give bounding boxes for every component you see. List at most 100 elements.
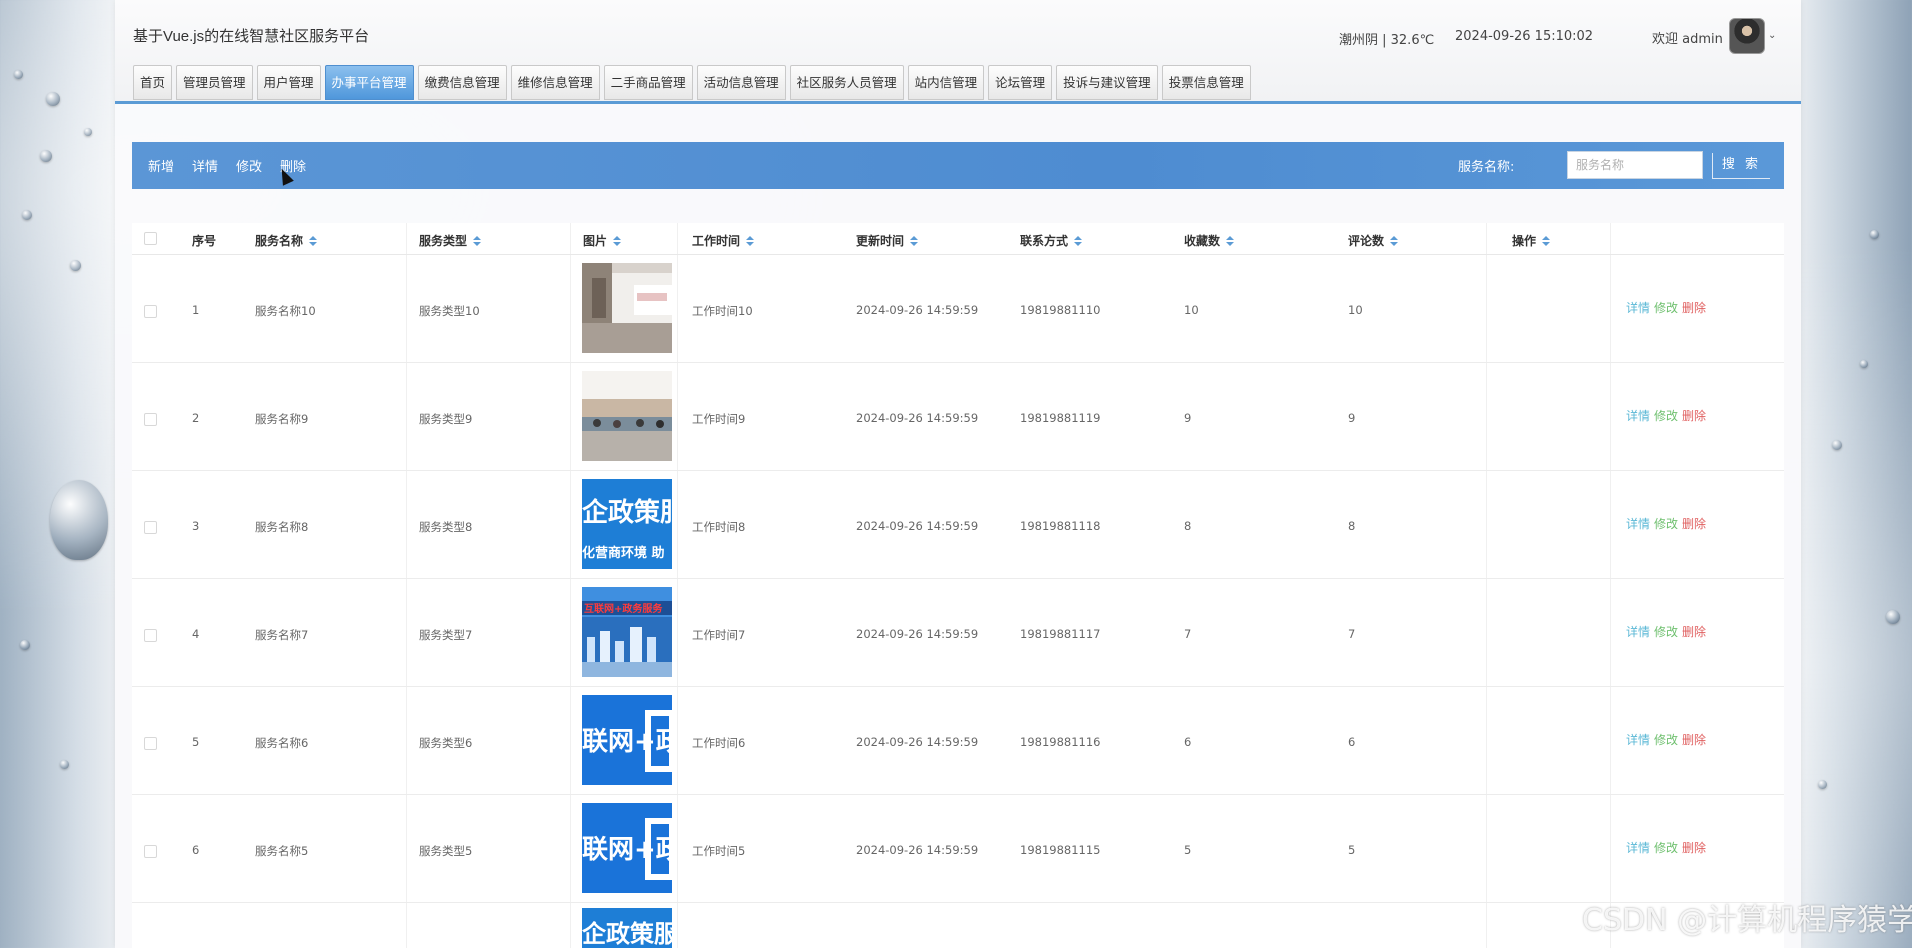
work-time: 工作时间5	[692, 844, 746, 858]
service-name: 服务名称10	[255, 304, 316, 318]
row-checkbox[interactable]	[144, 629, 157, 642]
row-delete-button[interactable]: 删除	[1682, 841, 1706, 855]
favorites-count: 5	[1184, 843, 1192, 857]
col-favorites[interactable]: 收藏数	[1184, 232, 1235, 249]
col-type-label: 服务类型	[419, 234, 468, 248]
comments-count: 6	[1348, 735, 1356, 749]
add-button[interactable]: 新增	[148, 156, 174, 175]
sort-icon[interactable]	[1390, 235, 1399, 246]
table-row[interactable]: 3 服务名称8 服务类型8 企政策服化营商环境 助 工作时间8 2024-09-26 14…	[132, 471, 1784, 579]
col-updated-label: 更新时间	[856, 234, 905, 248]
chevron-down-icon[interactable]: ⌄	[1768, 30, 1776, 41]
sort-icon[interactable]	[1542, 235, 1551, 246]
current-datetime: 2024-09-26 15:10:02	[1455, 29, 1594, 44]
table-row[interactable]: 6 服务名称5 服务类型5 联网+政 工作时间5 2024-09-26 14:59:59 1…	[132, 795, 1784, 903]
tab-home[interactable]: 首页	[133, 65, 173, 100]
search-label: 服务名称:	[1458, 160, 1515, 175]
row-checkbox[interactable]	[144, 737, 157, 750]
row-detail-button[interactable]: 详情	[1626, 517, 1650, 531]
tab-voting[interactable]: 投票信息管理	[1161, 65, 1251, 100]
col-name[interactable]: 服务名称	[255, 232, 318, 249]
detail-button[interactable]: 详情	[192, 156, 218, 175]
row-edit-button[interactable]: 修改	[1654, 841, 1678, 855]
tab-staff[interactable]: 社区服务人员管理	[789, 65, 904, 100]
row-delete-button[interactable]: 删除	[1682, 517, 1706, 531]
tab-service-platform[interactable]: 办事平台管理	[324, 65, 414, 100]
work-time: 工作时间10	[692, 304, 753, 318]
row-detail-button[interactable]: 详情	[1626, 733, 1650, 747]
avatar[interactable]	[1729, 18, 1765, 54]
svg-text:联网+政: 联网+政	[582, 726, 672, 757]
updated-time: 2024-09-26 14:59:59	[856, 303, 979, 317]
col-contact[interactable]: 联系方式	[1020, 232, 1083, 249]
svg-text:联网+政: 联网+政	[582, 834, 672, 865]
row-checkbox[interactable]	[144, 305, 157, 318]
row-detail-button[interactable]: 详情	[1626, 841, 1650, 855]
row-edit-button[interactable]: 修改	[1654, 517, 1678, 531]
col-index: 序号	[192, 234, 217, 248]
row-index: 1	[192, 303, 200, 317]
row-index: 4	[192, 627, 200, 641]
sort-icon[interactable]	[1074, 235, 1083, 246]
row-checkbox[interactable]	[144, 413, 157, 426]
search-button[interactable]: 搜 索	[1712, 153, 1770, 179]
row-detail-button[interactable]: 详情	[1626, 301, 1650, 315]
favorites-count: 9	[1184, 411, 1192, 425]
sort-icon[interactable]	[309, 235, 318, 246]
row-delete-button[interactable]: 删除	[1682, 409, 1706, 423]
contact: 19819881118	[1020, 519, 1101, 533]
row-delete-button[interactable]: 删除	[1682, 625, 1706, 639]
tab-complaints[interactable]: 投诉与建议管理	[1056, 65, 1158, 100]
table-row[interactable]: 4 服务名称7 服务类型7 互联网+政务服务 工作时间7 2024-09-26 14:59…	[132, 579, 1784, 687]
sort-icon[interactable]	[910, 235, 919, 246]
row-edit-button[interactable]: 修改	[1654, 625, 1678, 639]
col-contact-label: 联系方式	[1020, 234, 1069, 248]
table-row[interactable]: 1 服务名称10 服务类型10 工作时间10 2024-09-26 14:59:59 19…	[132, 255, 1784, 363]
table-row[interactable]: 5 服务名称6 服务类型6 联网+政 工作时间6 2024-09-26 14:59:59 1…	[132, 687, 1784, 795]
row-index: 6	[192, 843, 200, 857]
row-edit-button[interactable]: 修改	[1654, 301, 1678, 315]
row-edit-button[interactable]: 修改	[1654, 733, 1678, 747]
row-index: 5	[192, 735, 200, 749]
contact: 19819881116	[1020, 735, 1101, 749]
col-type[interactable]: 服务类型	[419, 232, 482, 249]
row-checkbox[interactable]	[144, 845, 157, 858]
contact: 19819881110	[1020, 303, 1101, 317]
table-row[interactable]: 2 服务名称9 服务类型9 工作时间9 2024-09-26 14:59:59 19819…	[132, 363, 1784, 471]
tab-repair[interactable]: 维修信息管理	[510, 65, 600, 100]
select-all-checkbox[interactable]	[144, 232, 157, 245]
row-delete-button[interactable]: 删除	[1682, 301, 1706, 315]
col-worktime[interactable]: 工作时间	[692, 232, 755, 249]
row-detail-button[interactable]: 详情	[1626, 625, 1650, 639]
col-image[interactable]: 图片	[583, 232, 622, 249]
row-detail-button[interactable]: 详情	[1626, 409, 1650, 423]
service-image: 联网+政	[582, 803, 672, 893]
tab-messages[interactable]: 站内信管理	[907, 65, 985, 100]
col-actions[interactable]: 操作	[1512, 232, 1551, 249]
comments-count: 10	[1348, 303, 1363, 317]
row-edit-button[interactable]: 修改	[1654, 409, 1678, 423]
sort-icon[interactable]	[1226, 235, 1235, 246]
tab-second-hand[interactable]: 二手商品管理	[603, 65, 693, 100]
tab-payment[interactable]: 缴费信息管理	[417, 65, 507, 100]
updated-time: 2024-09-26 14:59:59	[856, 411, 979, 425]
tab-users[interactable]: 用户管理	[256, 65, 321, 100]
sort-icon[interactable]	[473, 235, 482, 246]
service-image: 企政策服化营商环境 助	[582, 479, 672, 569]
edit-button[interactable]: 修改	[236, 156, 262, 175]
tab-forum[interactable]: 论坛管理	[988, 65, 1053, 100]
sort-icon[interactable]	[746, 235, 755, 246]
favorites-count: 8	[1184, 519, 1192, 533]
col-comments[interactable]: 评论数	[1348, 232, 1399, 249]
col-updated[interactable]: 更新时间	[856, 232, 919, 249]
row-checkbox[interactable]	[144, 521, 157, 534]
row-actions: 详情 修改 删除	[1626, 731, 1710, 748]
tab-admin[interactable]: 管理员管理	[176, 65, 253, 100]
service-name: 服务名称6	[255, 736, 309, 750]
search-input[interactable]	[1567, 151, 1703, 179]
service-name: 服务名称7	[255, 628, 309, 642]
tab-activity[interactable]: 活动信息管理	[696, 65, 786, 100]
sort-icon[interactable]	[613, 235, 622, 246]
row-delete-button[interactable]: 删除	[1682, 733, 1706, 747]
service-name: 服务名称9	[255, 412, 309, 426]
